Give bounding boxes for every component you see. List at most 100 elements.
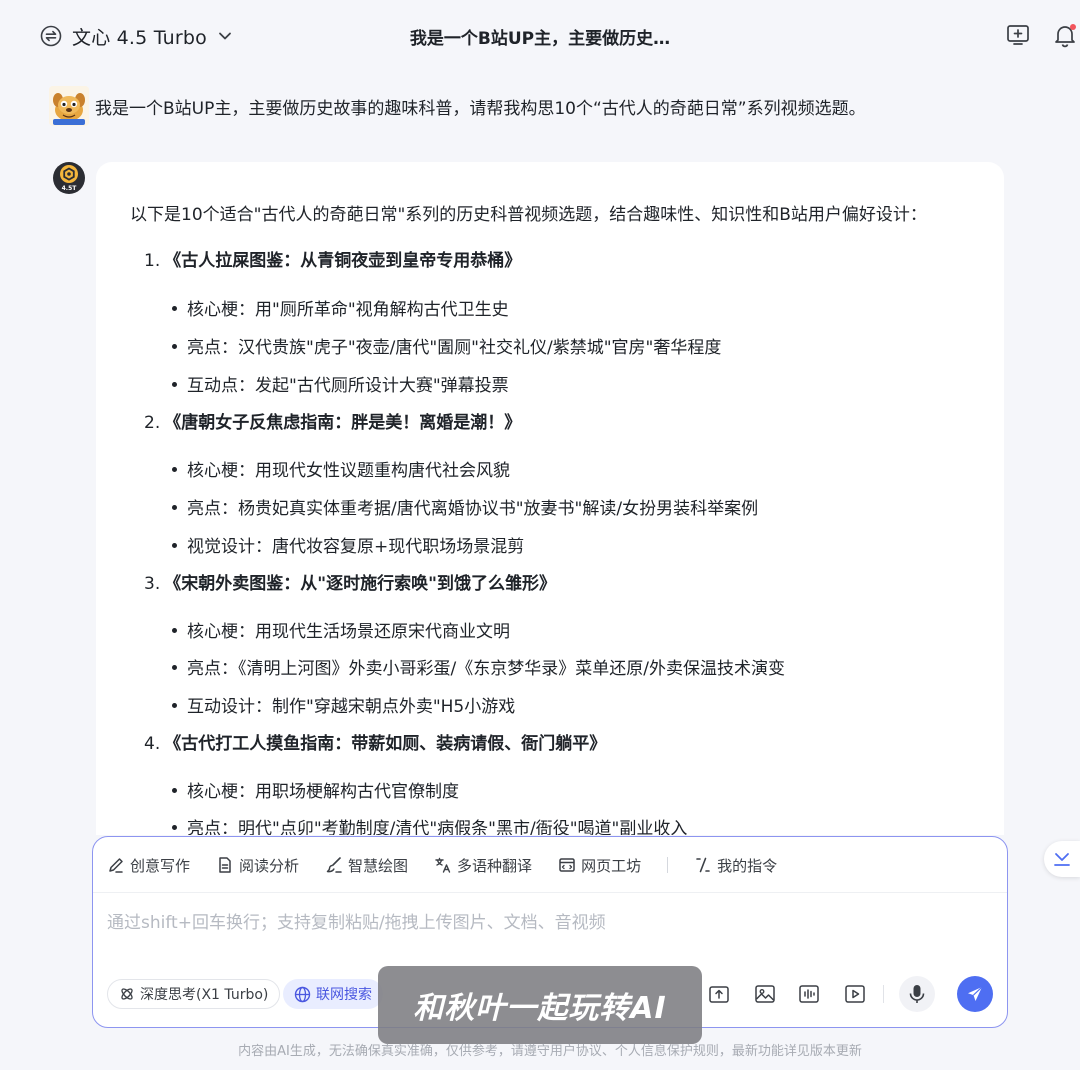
user-message-text: 我是一个B站UP主，主要做历史故事的趣味科普，请帮我构思10个“古代人的奇葩日常… (95, 98, 866, 119)
model-selector[interactable]: 文心 4.5 Turbo (40, 22, 233, 50)
tool-smart-drawing[interactable]: 智慧绘图 (325, 855, 408, 876)
bullet-point: 亮点：《清明上河图》外卖小哥彩蛋/《东京梦华录》菜单还原/外卖保温技术演变 (172, 654, 785, 679)
tool-label: 网页工坊 (581, 856, 642, 875)
topic-heading: 4. 《古代打工人摸鱼指南：带薪如厕、装病请假、衙门躺平》 (144, 729, 606, 754)
bullet-text: 核心梗：用职场梗解构古代官僚制度 (187, 782, 459, 802)
deep-think-icon (121, 988, 133, 1000)
bullet-dot (172, 787, 177, 793)
tool-reading-analysis[interactable]: 阅读分析 (216, 855, 299, 876)
brush-icon (326, 857, 342, 873)
bullet-dot (172, 824, 177, 830)
deep-think-label: 深度思考(X1 Turbo) (140, 987, 269, 1003)
bullet-point: 亮点：汉代贵族"虎子"夜壶/唐代"圊厕"社交礼仪/紫禁城"官房"奢华程度 (172, 333, 721, 358)
bullet-point: 互动点：发起"古代厕所设计大赛"弹幕投票 (172, 371, 509, 396)
bullet-point: 核心梗：用职场梗解构古代官僚制度 (172, 777, 459, 802)
bullet-dot (172, 343, 177, 349)
prompt-input[interactable] (107, 903, 987, 943)
new-chat-icon[interactable] (1005, 22, 1031, 48)
topic-heading: 3. 《宋朝外卖图鉴：从"逐时施行索唤"到饿了么雏形》 (144, 569, 556, 594)
send-icon (968, 986, 983, 1001)
audio-icon[interactable] (797, 982, 821, 1006)
tool-label: 智慧绘图 (348, 856, 409, 875)
topic-title: 《唐朝女子反焦虑指南：胖是美！离婚是潮！》 (164, 413, 522, 433)
bullet-dot (172, 702, 177, 708)
user-avatar (49, 86, 89, 126)
tool-my-commands[interactable]: 我的指令 (694, 855, 777, 876)
voice-input-button[interactable] (899, 976, 935, 1012)
conversation-title: 我是一个B站UP主，主要做历史… (409, 29, 671, 49)
web-search-label: 联网搜索 (316, 987, 372, 1003)
bullet-point: 互动设计：制作"穿越宋朝点外卖"H5小游戏 (172, 692, 515, 717)
topic-heading: 2. 《唐朝女子反焦虑指南：胖是美！离婚是潮！》 (144, 408, 521, 433)
tool-label: 阅读分析 (239, 856, 300, 875)
user-message: 我是一个B站UP主，主要做历史故事的趣味科普，请帮我构思10个“古代人的奇葩日常… (49, 86, 866, 126)
bullet-point: 视觉设计：唐代妆容复原+现代职场场景混剪 (172, 532, 524, 557)
topic-title: 《古代打工人摸鱼指南：带薪如厕、装病请假、衙门躺平》 (164, 734, 607, 754)
bullet-dot (172, 504, 177, 510)
watermark-overlay: 和秋叶一起玩转AI (378, 966, 702, 1044)
topic-title: 《宋朝外卖图鉴：从"逐时施行索唤"到饿了么雏形》 (164, 574, 556, 594)
tool-web-workshop[interactable]: 网页工坊 (558, 855, 641, 876)
attach-divider (883, 985, 884, 1003)
scroll-to-bottom-button[interactable] (1044, 841, 1080, 877)
microphone-icon (909, 985, 925, 1003)
tool-label: 多语种翻译 (457, 856, 533, 875)
assistant-avatar: 4.5T (52, 161, 86, 195)
bullet-text: 核心梗：用"厕所革命"视角解构古代卫生史 (187, 300, 509, 320)
notification-bell-icon[interactable] (1052, 22, 1078, 48)
send-button[interactable] (957, 976, 993, 1012)
bullet-text: 互动点：发起"古代厕所设计大赛"弹幕投票 (187, 376, 509, 396)
bullet-text: 核心梗：用现代女性议题重构唐代社会风貌 (187, 461, 510, 481)
tool-divider (667, 857, 669, 873)
video-icon[interactable] (843, 982, 867, 1006)
topic-title: 《古人拉屎图鉴：从青铜夜壶到皇帝专用恭桶》 (164, 251, 522, 271)
bullet-dot (172, 466, 177, 472)
bullet-dot (172, 381, 177, 387)
bullet-text: 核心梗：用现代生活场景还原宋代商业文明 (187, 622, 510, 642)
image-icon[interactable] (753, 982, 777, 1006)
bullet-text: 亮点：《清明上河图》外卖小哥彩蛋/《东京梦华录》菜单还原/外卖保温技术演变 (187, 659, 785, 679)
chevron-down-icon (217, 28, 233, 44)
bullet-dot (172, 542, 177, 548)
bullet-point: 核心梗：用现代女性议题重构唐代社会风貌 (172, 456, 510, 481)
bullet-dot (172, 305, 177, 311)
upload-file-icon[interactable] (707, 982, 731, 1006)
bullet-text: 互动设计：制作"穿越宋朝点外卖"H5小游戏 (187, 697, 516, 717)
translate-icon (435, 857, 451, 873)
bullet-point: 亮点：杨贵妃真实体重考据/唐代离婚协议书"放妻书"解读/女扮男装科举案例 (172, 494, 758, 519)
topic-number: 1. (144, 251, 161, 271)
model-switch-icon (40, 25, 62, 47)
slash-command-icon (696, 857, 710, 873)
bullet-text: 亮点：杨贵妃真实体重考据/唐代离婚协议书"放妻书"解读/女扮男装科举案例 (187, 499, 759, 519)
deep-think-toggle[interactable]: 深度思考(X1 Turbo) (107, 979, 281, 1009)
globe-icon (294, 986, 311, 1002)
assistant-reply: 以下是10个适合"古代人的奇葩日常"系列的历史科普视频选题，结合趣味性、知识性和… (96, 162, 1004, 835)
bullet-dot (172, 664, 177, 670)
bullet-text: 亮点：明代"点卯"考勤制度/清代"病假条"黑市/衙役"喝道"副业收入 (187, 819, 688, 835)
pen-icon (109, 858, 123, 873)
web-search-toggle[interactable]: 联网搜索 (283, 979, 383, 1009)
ai-disclaimer: 内容由AI生成，无法确保真实准确，仅供参考，请遵守用户协议、个人信息保护规则，最… (238, 1044, 862, 1059)
bullet-point: 核心梗：用现代生活场景还原宋代商业文明 (172, 617, 510, 642)
bullet-point: 核心梗：用"厕所革命"视角解构古代卫生史 (172, 295, 509, 320)
bullet-point: 亮点：明代"点卯"考勤制度/清代"病假条"黑市/衙役"喝道"副业收入 (172, 814, 687, 835)
bullet-dot (172, 627, 177, 633)
document-icon (219, 857, 231, 873)
top-bar: 文心 4.5 Turbo 我是一个B站UP主，主要做历史… (0, 0, 1080, 72)
topic-number: 3. (144, 574, 161, 594)
bullet-text: 亮点：汉代贵族"虎子"夜壶/唐代"圊厕"社交礼仪/紫禁城"官房"奢华程度 (187, 338, 722, 358)
reply-intro: 以下是10个适合"古代人的奇葩日常"系列的历史科普视频选题，结合趣味性、知识性和… (130, 205, 927, 225)
model-name: 文心 4.5 Turbo (72, 26, 207, 49)
topic-number: 4. (144, 734, 161, 754)
bullet-text: 视觉设计：唐代妆容复原+现代职场场景混剪 (187, 537, 525, 557)
tool-translation[interactable]: 多语种翻译 (434, 855, 532, 876)
tool-bar: 创意写作 阅读分析 智慧绘图 多语种翻译 网页工坊 我的指令 (107, 853, 803, 877)
webpage-icon (559, 858, 575, 872)
tool-creative-writing[interactable]: 创意写作 (107, 855, 190, 876)
topic-number: 2. (144, 413, 161, 433)
svg-text:4.5T: 4.5T (62, 185, 78, 192)
tool-label: 创意写作 (130, 856, 191, 875)
scroll-down-icon (1054, 853, 1070, 866)
topic-heading: 1. 《古人拉屎图鉴：从青铜夜壶到皇帝专用恭桶》 (144, 246, 521, 271)
composer-divider (93, 892, 1007, 893)
